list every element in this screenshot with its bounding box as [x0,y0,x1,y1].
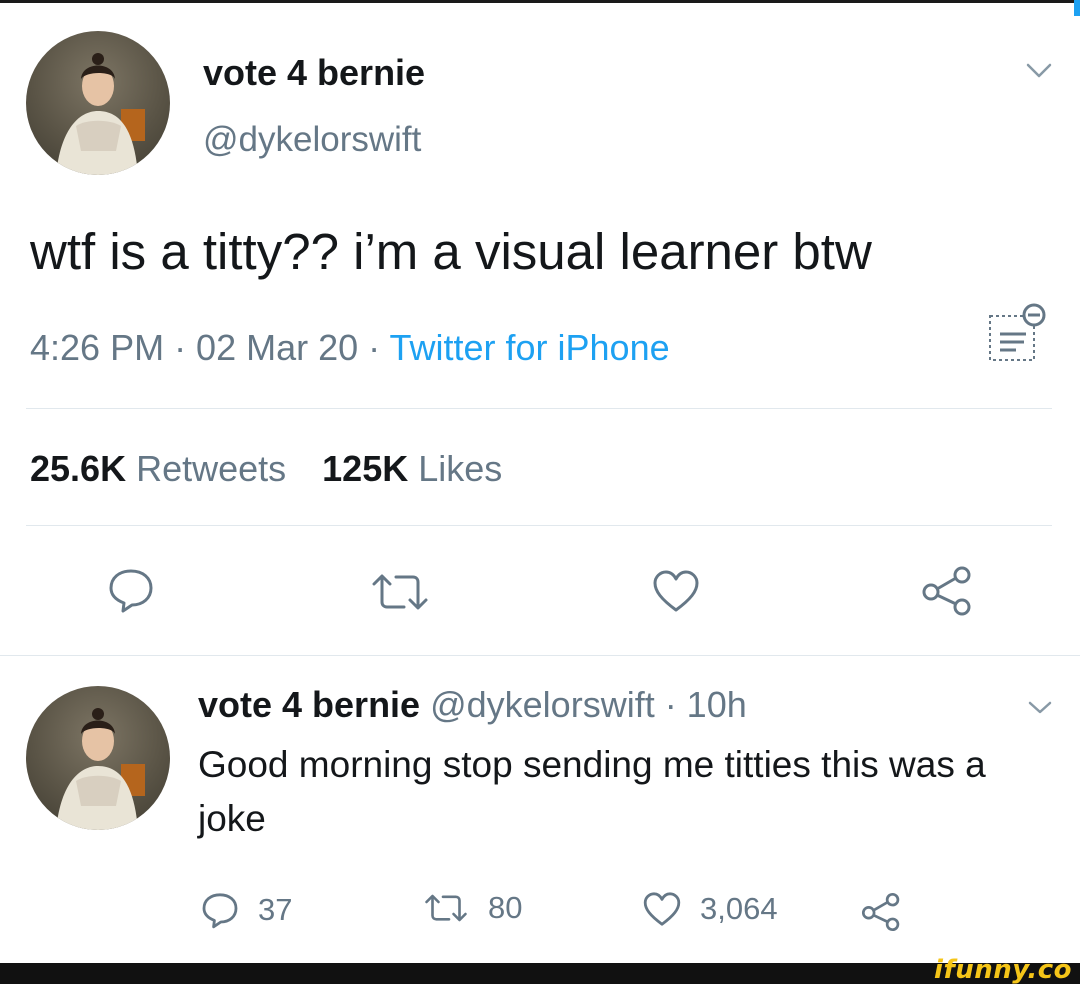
chevron-down-icon[interactable] [1027,700,1053,716]
reply-icon[interactable] [106,565,156,615]
likes-label[interactable]: Likes [408,448,502,489]
retweet-icon[interactable] [368,570,432,614]
reply-meta[interactable]: @dykelorswift · 10h [420,684,747,725]
portrait-image [56,708,145,830]
tweet-timestamp: 4:26 PM · 02 Mar 20 · [30,327,390,368]
portrait-image [56,53,145,175]
retweet-count: 80 [488,890,523,925]
chevron-down-icon[interactable] [1025,62,1053,80]
like-count: 3,064 [700,891,778,926]
top-border [0,0,1080,3]
like-icon[interactable] [651,568,701,614]
likes-count[interactable]: 125K [322,448,408,489]
retweets-count[interactable]: 25.6K [30,448,126,489]
watermark-bar [0,963,1080,984]
reply-header: vote 4 bernie @dykelorswift · 10h [198,684,747,726]
reply-display-name[interactable]: vote 4 bernie [198,684,420,725]
analytics-icon[interactable] [986,302,1048,364]
reply-count: 37 [258,892,293,927]
like-icon [643,892,681,926]
reply-avatar[interactable] [26,686,170,830]
tweet-text: wtf is a titty?? i’m a visual learner bt… [30,223,872,280]
share-icon[interactable] [860,892,902,932]
tweet-meta: 4:26 PM · 02 Mar 20 · Twitter for iPhone [30,327,670,369]
reply-retweet-action[interactable]: 80 [422,890,522,926]
avatar[interactable] [26,31,170,175]
scroll-indicator [1074,0,1080,16]
watermark: ifunny.co [934,955,1072,985]
divider [26,408,1052,409]
retweet-icon [425,894,467,922]
share-icon[interactable] [920,565,974,617]
reply-reply-action[interactable]: 37 [200,890,292,930]
reply-like-action[interactable]: 3,064 [642,890,778,928]
tweet-stats: 25.6K Retweets 125K Likes [30,448,502,490]
reply-text: Good morning stop sending me titties thi… [198,744,986,839]
display-name[interactable]: vote 4 bernie [203,52,425,94]
retweets-label[interactable]: Retweets [126,448,286,489]
tweet-source-link[interactable]: Twitter for iPhone [390,327,670,368]
divider [0,655,1080,656]
divider [26,525,1052,526]
reply-icon [202,893,238,929]
user-handle[interactable]: @dykelorswift [203,120,421,160]
